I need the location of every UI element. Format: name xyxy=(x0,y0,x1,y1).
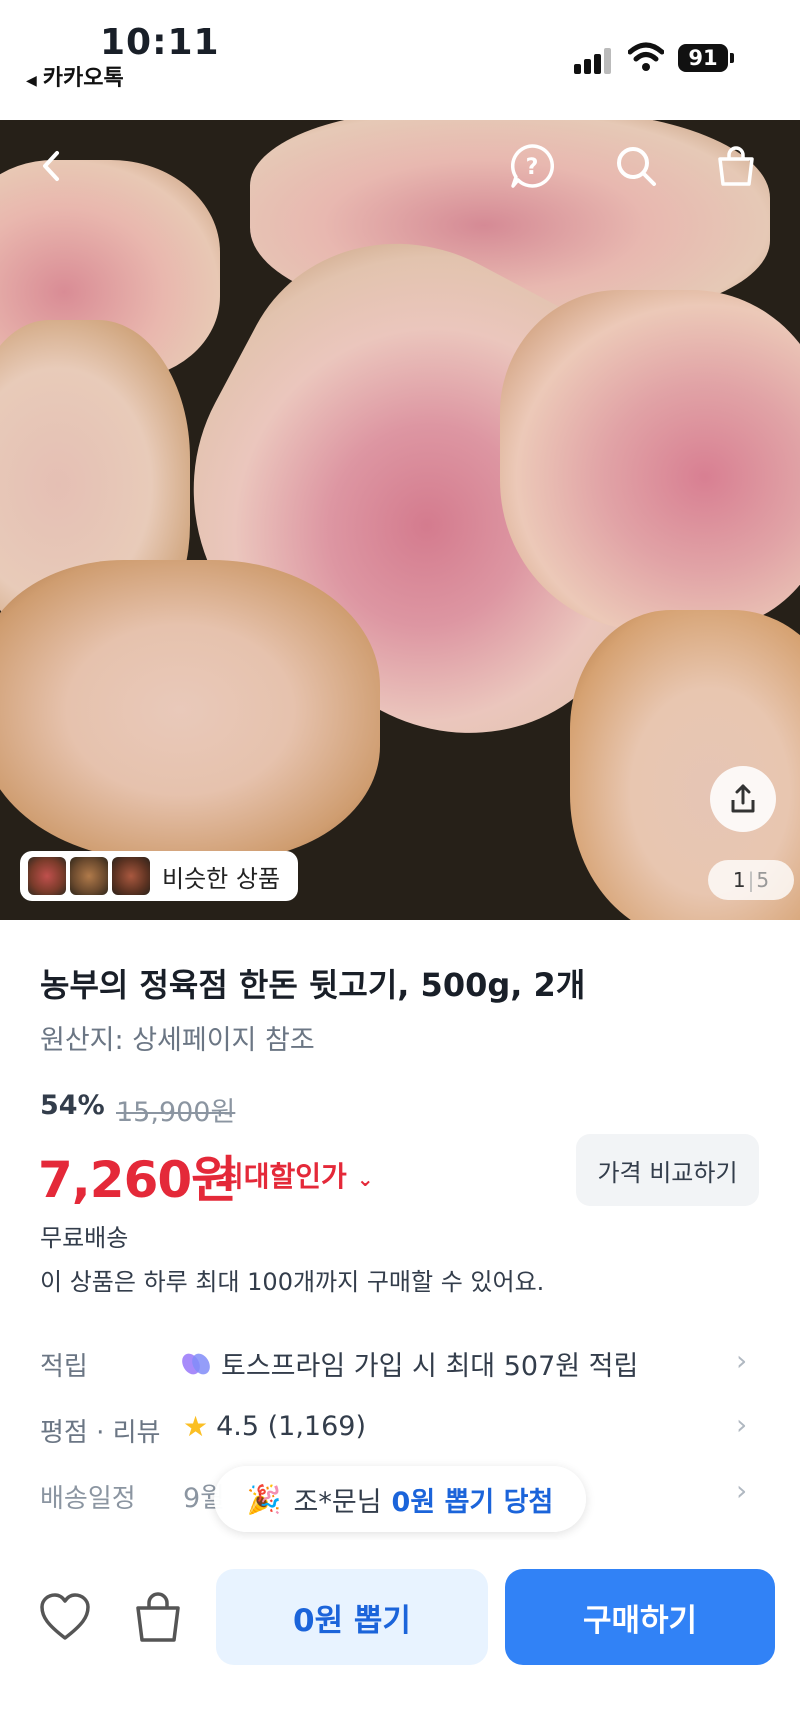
toast-highlight: 0원 뽑기 당첨 xyxy=(391,1486,554,1518)
buy-button[interactable]: 구매하기 xyxy=(505,1569,775,1665)
purchase-limit: 이 상품은 하루 최대 100개까지 구매할 수 있어요. xyxy=(40,1268,545,1296)
max-discount-dropdown[interactable]: 최대할인가 ⌄ xyxy=(218,1155,374,1195)
product-title: 농부의 정육점 한돈 뒷고기, 500g, 2개 xyxy=(40,966,586,1004)
share-icon xyxy=(731,784,755,813)
back-app-label: 카카오톡 xyxy=(42,66,124,91)
wifi-icon xyxy=(628,42,664,71)
back-triangle-icon: ◀ xyxy=(26,73,37,89)
status-time: 10:11 xyxy=(100,22,220,63)
product-image[interactable] xyxy=(0,120,800,920)
chevron-down-icon: ⌄ xyxy=(356,1167,374,1191)
similar-thumb xyxy=(112,857,150,895)
star-icon: ★ xyxy=(183,1410,209,1443)
max-discount-label: 최대할인가 xyxy=(218,1160,347,1193)
cart-icon[interactable] xyxy=(132,1590,184,1648)
points-label: 적립 xyxy=(40,1352,88,1382)
similar-products-label: 비슷한 상품 xyxy=(162,864,281,893)
points-value: 토스프라임 가입 시 최대 507원 적립 xyxy=(221,1351,639,1382)
search-icon[interactable] xyxy=(612,142,660,190)
back-to-app-link[interactable]: ◀ 카카오톡 xyxy=(26,60,124,92)
cart-icon[interactable] xyxy=(712,142,760,190)
discount-rate: 54% xyxy=(40,1090,105,1121)
rating-row[interactable]: ★ 4.5 (1,169) xyxy=(183,1410,366,1443)
help-icon[interactable]: ? xyxy=(508,142,556,190)
similar-products-button[interactable]: 비슷한 상품 xyxy=(20,851,298,901)
original-price: 15,900원 xyxy=(116,1097,236,1128)
winner-toast: 🎉 조*문님 0원 뽑기 당첨 xyxy=(214,1466,586,1532)
rating-value: 4.5 (1,169) xyxy=(216,1411,366,1442)
pager-total: 5 xyxy=(756,868,770,892)
cellular-signal-icon xyxy=(574,46,614,74)
points-row[interactable]: 토스프라임 가입 시 최대 507원 적립 xyxy=(178,1344,639,1383)
product-origin: 원산지: 상세페이지 참조 xyxy=(40,1025,315,1056)
zero-won-draw-button[interactable]: 0원 뽑기 xyxy=(216,1569,488,1665)
toast-user: 조*문님 xyxy=(293,1486,382,1518)
battery-indicator: 91 xyxy=(678,44,734,72)
chevron-right-icon[interactable]: › xyxy=(736,1344,747,1377)
sale-price: 7,260원 xyxy=(38,1151,237,1209)
similar-thumb xyxy=(28,857,66,895)
compare-price-button[interactable]: 가격 비교하기 xyxy=(576,1134,759,1206)
shipping-info: 무료배송 xyxy=(40,1224,129,1252)
pager-current: 1 xyxy=(732,868,746,892)
svg-text:?: ? xyxy=(526,155,539,180)
toss-prime-icon xyxy=(178,1349,214,1378)
chevron-right-icon[interactable]: › xyxy=(736,1474,747,1507)
share-button[interactable] xyxy=(710,766,776,832)
chevron-right-icon[interactable]: › xyxy=(736,1408,747,1441)
image-pager: 1 | 5 xyxy=(708,860,794,900)
heart-icon[interactable] xyxy=(38,1592,92,1646)
similar-thumb xyxy=(70,857,108,895)
status-bar: 10:11 ◀ 카카오톡 91 xyxy=(0,0,800,120)
rating-label: 평점 · 리뷰 xyxy=(40,1418,161,1448)
delivery-label: 배송일정 xyxy=(40,1484,136,1514)
confetti-icon: 🎉 xyxy=(246,1482,282,1516)
back-icon[interactable] xyxy=(28,142,76,190)
